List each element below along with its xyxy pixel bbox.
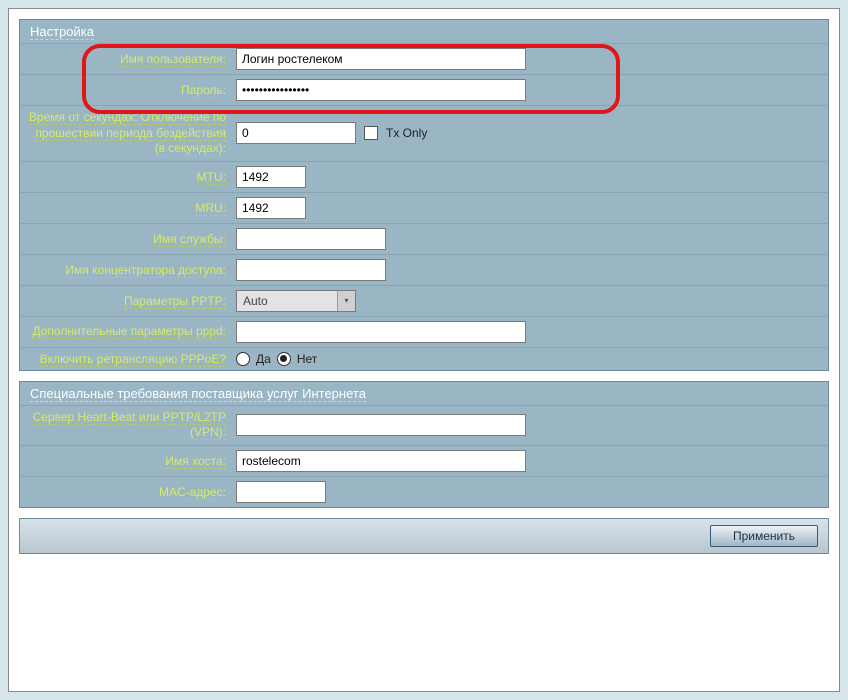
mtu-label: MTU:: [26, 170, 236, 184]
hostname-input[interactable]: [236, 450, 526, 472]
service-label: Имя службы:: [26, 232, 236, 246]
heartbeat-input[interactable]: [236, 414, 526, 436]
password-input[interactable]: [236, 79, 526, 101]
pptp-label: Параметры PPTP:: [26, 294, 236, 308]
isp-requirements-section: Специальные требования поставщика услуг …: [19, 381, 829, 508]
username-label: Имя пользователя:: [26, 52, 236, 66]
heartbeat-label: Сервер Heart-Beat или PPTP/L2TP (VPN):: [26, 410, 236, 441]
password-label: Пароль:: [26, 83, 236, 97]
row-mtu: MTU:: [20, 161, 828, 192]
row-pppd: Дополнительные параметры pppd:: [20, 316, 828, 347]
row-service: Имя службы:: [20, 223, 828, 254]
txonly-checkbox[interactable]: [364, 126, 378, 140]
relay-no-radio[interactable]: [277, 352, 291, 366]
row-password: Пароль:: [20, 74, 828, 105]
ac-label: Имя концентратора доступа:: [26, 263, 236, 277]
apply-button[interactable]: Применить: [710, 525, 818, 547]
relay-label: Включить ретрансляцию PPPoE?: [26, 352, 236, 366]
txonly-label: Tx Only: [386, 126, 427, 140]
section-legend: Настройка: [20, 20, 828, 43]
footer-bar: Применить: [19, 518, 829, 554]
mtu-input[interactable]: [236, 166, 306, 188]
account-settings-section: Настройка Имя пользователя: Пароль: Врем…: [19, 19, 829, 371]
row-idle: Время от секундах: Отключение по прошест…: [20, 105, 828, 161]
row-ac: Имя концентратора доступа:: [20, 254, 828, 285]
mru-label: MRU:: [26, 201, 236, 215]
row-username: Имя пользователя:: [20, 43, 828, 74]
main-panel: Настройка Имя пользователя: Пароль: Врем…: [8, 8, 840, 692]
row-hostname: Имя хоста:: [20, 445, 828, 476]
service-input[interactable]: [236, 228, 386, 250]
mac-input[interactable]: [236, 481, 326, 503]
pptp-value: Auto: [237, 291, 337, 311]
row-pptp: Параметры PPTP: Auto ▾: [20, 285, 828, 316]
mru-input[interactable]: [236, 197, 306, 219]
row-relay: Включить ретрансляцию PPPoE? Да Нет: [20, 347, 828, 370]
pppd-label: Дополнительные параметры pppd:: [26, 324, 236, 340]
pptp-select[interactable]: Auto ▾: [236, 290, 356, 312]
relay-no-label: Нет: [297, 352, 317, 366]
row-mru: MRU:: [20, 192, 828, 223]
relay-yes-label: Да: [256, 352, 271, 366]
mac-label: MAC-адрес:: [26, 485, 236, 499]
section2-legend: Специальные требования поставщика услуг …: [20, 382, 828, 405]
idle-label: Время от секундах: Отключение по прошест…: [26, 110, 236, 157]
hostname-label: Имя хоста:: [26, 454, 236, 468]
row-mac: MAC-адрес:: [20, 476, 828, 507]
pppd-input[interactable]: [236, 321, 526, 343]
ac-input[interactable]: [236, 259, 386, 281]
relay-yes-radio[interactable]: [236, 352, 250, 366]
chevron-down-icon: ▾: [337, 291, 355, 311]
username-input[interactable]: [236, 48, 526, 70]
row-heartbeat: Сервер Heart-Beat или PPTP/L2TP (VPN):: [20, 405, 828, 445]
idle-input[interactable]: [236, 122, 356, 144]
